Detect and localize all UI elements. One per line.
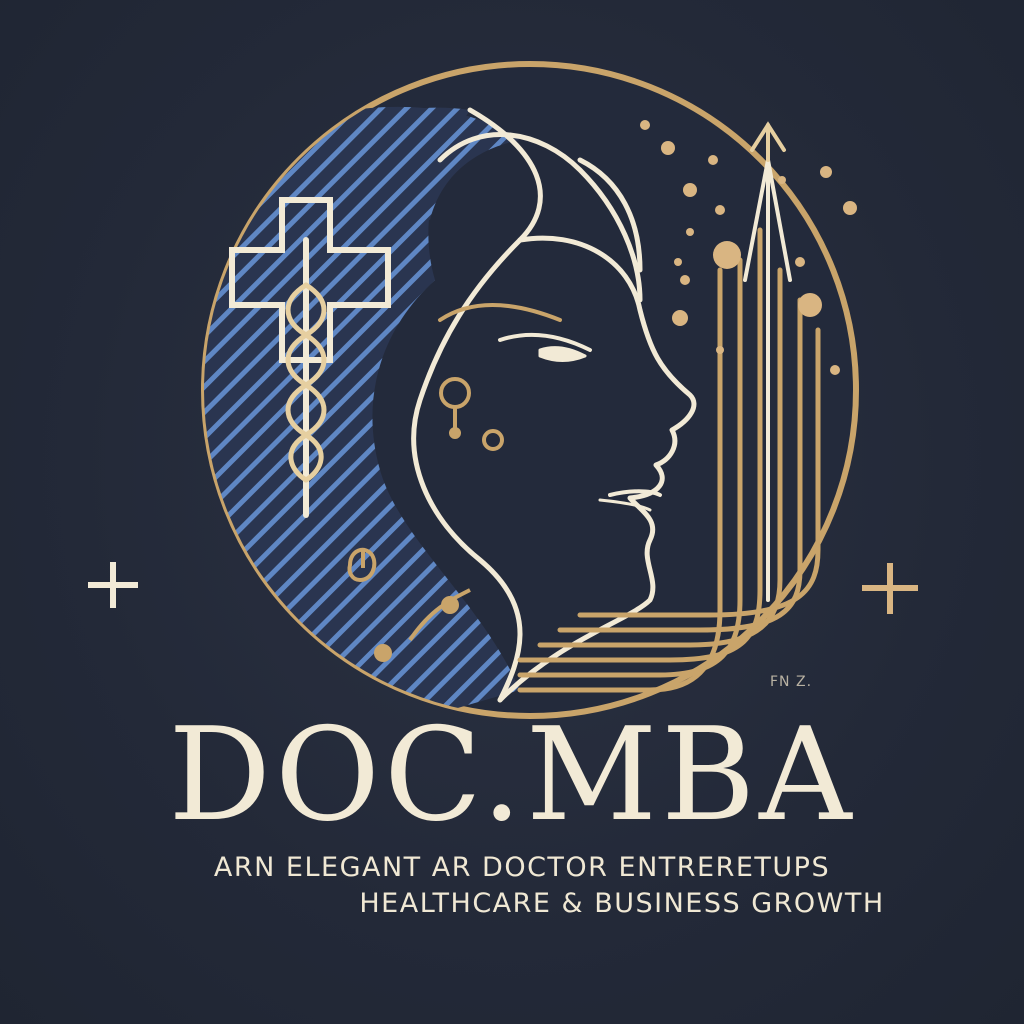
plus-sparkle-icon — [862, 563, 918, 614]
wordmark: DOC.MBA — [168, 701, 856, 850]
tagline-line-2: HEALTHCARE & BUSINESS GROWTH — [359, 888, 885, 919]
tagline-line-1: ARN ELEGANT AR DOCTOR ENTRERETUPS — [213, 852, 831, 883]
plus-sparkle-icon — [88, 562, 138, 608]
logo-canvas: FN Z. DOC.MBA ARN ELEGANT AR DOCTOR ENTR… — [0, 0, 1024, 1024]
artist-mark: FN Z. — [770, 674, 813, 690]
